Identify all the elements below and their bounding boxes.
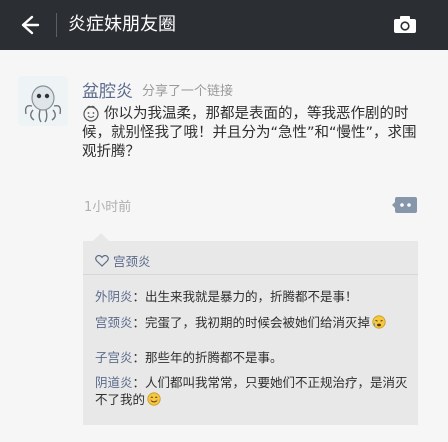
comment-item[interactable]: 外阴炎：出生来我就是暴力的，折腾都不是事！	[95, 288, 411, 305]
post-body-text: 你以为我温柔，那都是表面的，等我恶作剧的时候，就别怪我了哦！并且分为“急性”和“…	[82, 106, 417, 160]
comment-separator: ：	[132, 289, 146, 304]
likes-row: 宫颈炎	[95, 251, 151, 270]
smiling-face-icon	[82, 104, 100, 122]
comment-author[interactable]: 宫颈炎	[95, 315, 133, 330]
comment-item[interactable]: 阴道炎：人们都叫我常常，只要她们不正规治疗，是消灭不了我的	[95, 374, 411, 408]
comment-separator: ：	[132, 350, 146, 365]
comment-separator: ：	[132, 375, 146, 390]
smiling-face-icon	[147, 392, 161, 406]
post-body: 你以为我温柔，那都是表面的，等我恶作剧的时候，就别怪我了哦！并且分为“急性”和“…	[82, 104, 422, 162]
post-time: 1小时前	[84, 200, 132, 215]
heart-icon	[95, 254, 109, 267]
comment-item[interactable]: 宫颈炎：完蛋了，我初期的时候会被她们给消灭掉	[95, 314, 411, 331]
tired-face-icon	[372, 315, 386, 329]
page-title: 炎症妹朋友圈	[68, 14, 176, 35]
comment-author[interactable]: 阴道炎	[95, 375, 133, 390]
camera-icon[interactable]	[393, 15, 417, 34]
comment-author[interactable]: 子宫炎	[95, 350, 133, 365]
comment-item[interactable]: 子宫炎：那些年的折腾都不是事。	[95, 349, 411, 366]
avatar[interactable]	[18, 76, 68, 126]
shared-link-label: 分享了一个链接	[142, 84, 234, 99]
back-arrow-icon[interactable]	[18, 10, 42, 40]
comment-dots-icon[interactable]	[392, 196, 418, 214]
likes-comments-panel: 宫颈炎 外阴炎：出生来我就是暴力的，折腾都不是事！ 宫颈炎：完蛋了，我初期的时候…	[83, 233, 418, 425]
comment-text: 完蛋了，我初期的时候会被她们给消灭掉	[145, 315, 371, 330]
comment-separator: ：	[132, 315, 146, 330]
top-bar: 炎症妹朋友圈	[0, 0, 448, 50]
moment-post: 盆腔炎 分享了一个链接 你以为我温柔，那都是表面的，等我恶作剧的时候，就别怪我了…	[0, 50, 448, 442]
comment-author[interactable]: 外阴炎	[95, 289, 133, 304]
likes-names[interactable]: 宫颈炎	[113, 254, 151, 269]
post-author[interactable]: 盆腔炎	[82, 77, 133, 102]
header-divider	[56, 13, 57, 37]
likes-divider	[83, 274, 418, 275]
comment-text: 出生来我就是暴力的，折腾都不是事！	[145, 289, 358, 304]
comment-text: 那些年的折腾都不是事。	[145, 350, 283, 365]
